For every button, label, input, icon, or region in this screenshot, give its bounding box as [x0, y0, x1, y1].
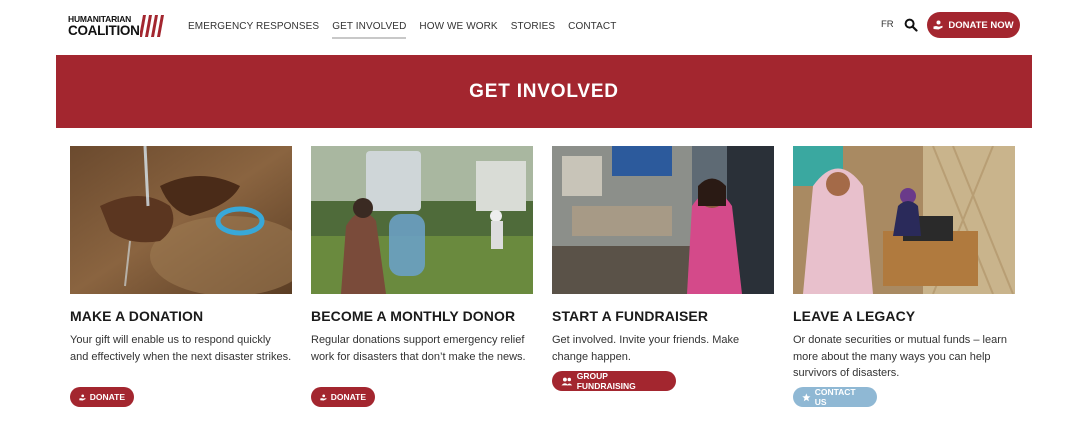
- card-title: LEAVE A LEGACY: [793, 308, 916, 324]
- hero-banner: GET INVOLVED: [56, 55, 1032, 128]
- donate-hand-icon: [320, 393, 327, 401]
- card-make-donation: MAKE A DONATION Your gift will enable us…: [70, 146, 292, 365]
- star-icon: [802, 392, 811, 401]
- donate-button-label: DONATE: [330, 392, 366, 402]
- donate-button[interactable]: DONATE: [311, 387, 375, 407]
- page-title: GET INVOLVED: [469, 80, 619, 102]
- card-title: BECOME A MONTHLY DONOR: [311, 308, 516, 324]
- group-fundraising-label: GROUP FUNDRAISING: [576, 371, 636, 391]
- card-image-girl-balcony[interactable]: [552, 146, 774, 294]
- main-nav: EMERGENCY RESPONSES GET INVOLVED HOW WE …: [188, 0, 629, 52]
- card-title: START A FUNDRAISER: [552, 308, 709, 324]
- card-title: MAKE A DONATION: [70, 308, 204, 324]
- nav-get-involved[interactable]: GET INVOLVED: [332, 0, 407, 52]
- group-icon: [561, 377, 573, 385]
- donate-now-label: DONATE NOW: [948, 19, 1014, 31]
- nav-how-we-work[interactable]: HOW WE WORK: [419, 0, 497, 52]
- card-text: Get involved. Invite your friends. Make …: [552, 334, 740, 363]
- card-image-water-jug[interactable]: [311, 146, 533, 294]
- donate-now-button[interactable]: DONATE NOW: [927, 12, 1020, 38]
- card-text: Or donate securities or mutual funds – l…: [793, 334, 1008, 379]
- card-start-fundraiser: START A FUNDRAISER Get involved. Invite …: [552, 146, 774, 365]
- logo-stripes-icon: [140, 15, 164, 37]
- card-text: Regular donations support emergency reli…: [311, 334, 526, 363]
- card-image-sewing-woman[interactable]: [793, 146, 1015, 294]
- page: HUMANITARIAN COALITION EMERGENCY RESPONS…: [56, 0, 1032, 433]
- donate-hand-icon: [933, 20, 943, 30]
- site-header: HUMANITARIAN COALITION EMERGENCY RESPONS…: [56, 0, 1032, 52]
- donate-button-label: DONATE: [89, 392, 125, 402]
- donate-hand-icon: [79, 393, 86, 401]
- card-text: Your gift will enable us to respond quic…: [70, 334, 292, 363]
- card-monthly-donor: BECOME A MONTHLY DONOR Regular donations…: [311, 146, 533, 365]
- group-fundraising-button[interactable]: GROUP FUNDRAISING: [552, 371, 676, 391]
- nav-stories[interactable]: STORIES: [511, 0, 555, 52]
- search-icon[interactable]: [904, 18, 918, 32]
- logo-line2: COALITION: [68, 23, 140, 38]
- contact-us-label: CONTACT US: [814, 387, 856, 407]
- donate-button[interactable]: DONATE: [70, 387, 134, 407]
- card-leave-legacy: LEAVE A LEGACY Or donate securities or m…: [793, 146, 1015, 382]
- contact-us-button[interactable]: CONTACT US: [793, 387, 877, 407]
- nav-emergency-responses[interactable]: EMERGENCY RESPONSES: [188, 0, 319, 52]
- nav-contact[interactable]: CONTACT: [568, 0, 616, 52]
- logo[interactable]: HUMANITARIAN COALITION: [68, 14, 164, 40]
- card-image-water-hands[interactable]: [70, 146, 292, 294]
- language-toggle[interactable]: FR: [881, 19, 894, 30]
